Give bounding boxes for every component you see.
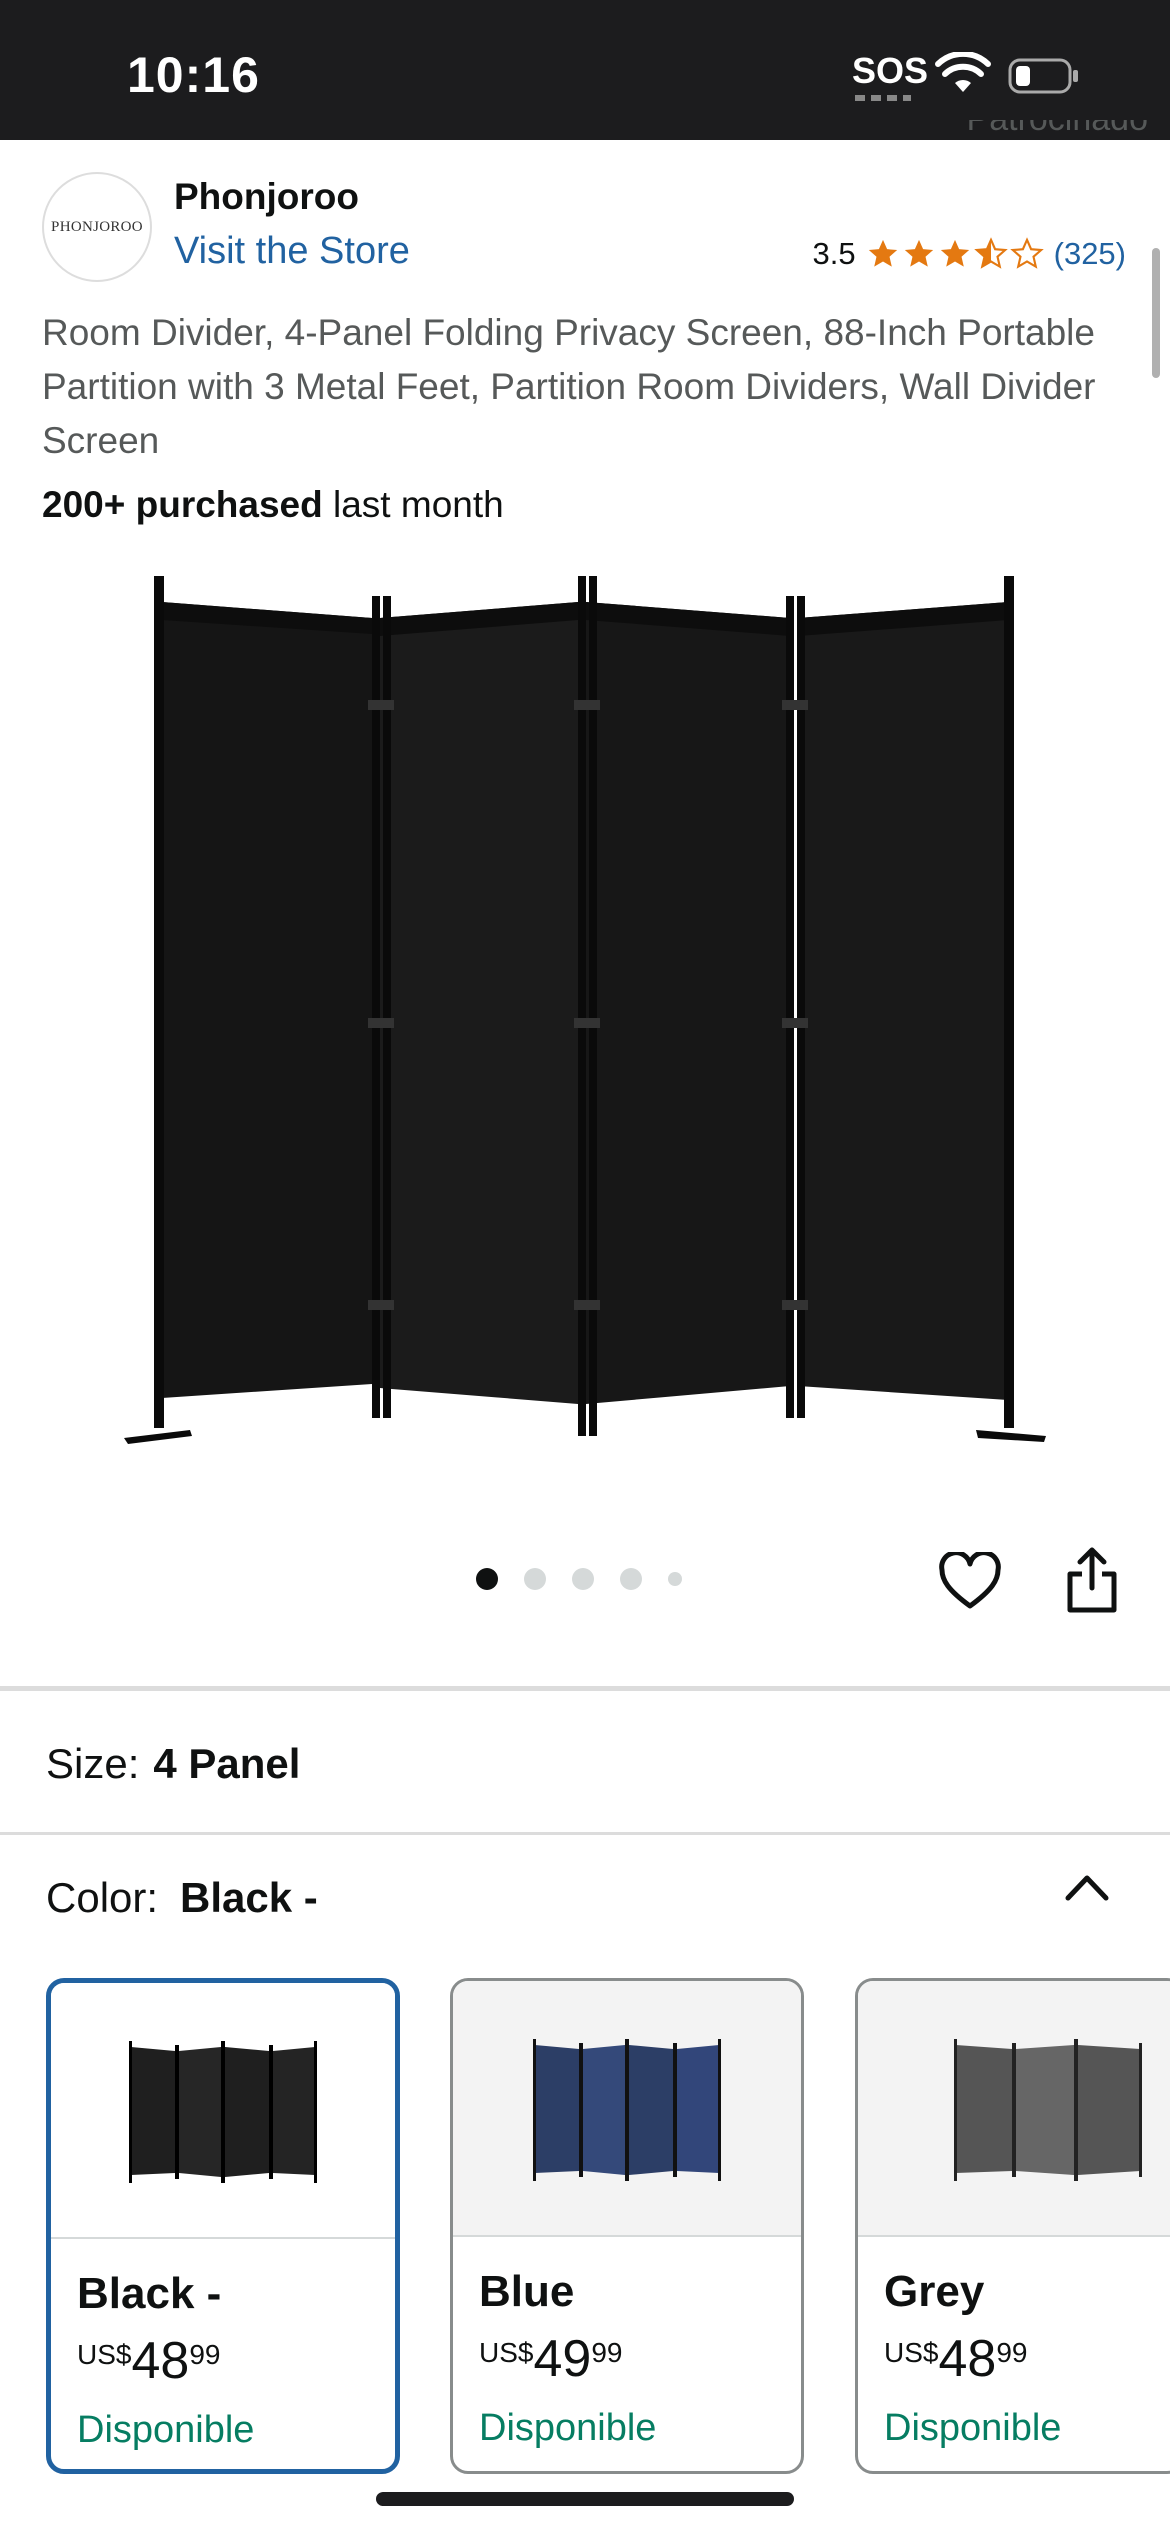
signal-dots-icon bbox=[855, 95, 911, 101]
color-swatch-grey[interactable]: Grey US$ 48 99 Disponible bbox=[855, 1978, 1170, 2474]
brand-logo[interactable]: PHONJOROO bbox=[42, 172, 152, 282]
wifi-icon bbox=[935, 52, 991, 92]
color-value: Black - bbox=[180, 1874, 318, 1921]
brand-name: Phonjoroo bbox=[174, 176, 359, 217]
rating-value: 3.5 bbox=[812, 236, 856, 271]
color-selector[interactable]: Color: Black - bbox=[46, 1874, 318, 1922]
swatch-price: US$ 48 99 bbox=[884, 2330, 1028, 2388]
swatch-price: US$ 48 99 bbox=[77, 2332, 221, 2390]
size-value: 4 Panel bbox=[153, 1740, 301, 1787]
star-full-icon bbox=[904, 239, 933, 267]
color-label: Color: bbox=[46, 1874, 159, 1921]
star-half-icon bbox=[973, 237, 1008, 269]
home-indicator[interactable] bbox=[376, 2492, 794, 2506]
swatch-price: US$ 49 99 bbox=[479, 2330, 623, 2388]
swatch-name: Blue bbox=[479, 2267, 575, 2316]
product-image[interactable] bbox=[100, 560, 1070, 1460]
swatch-name: Grey bbox=[884, 2267, 985, 2316]
battery-icon bbox=[1008, 58, 1078, 94]
purchase-count: 200+ purchased last month bbox=[42, 484, 504, 525]
carousel-dot[interactable] bbox=[620, 1568, 642, 1590]
image-carousel-dots[interactable] bbox=[476, 1568, 682, 1590]
swatch-availability: Disponible bbox=[77, 2409, 255, 2451]
swatch-image bbox=[453, 1981, 801, 2237]
carousel-dot[interactable] bbox=[668, 1572, 682, 1586]
swatch-divider-thumbnail bbox=[533, 2039, 721, 2181]
sponsored-label: Patrocinado bbox=[967, 120, 1148, 146]
scroll-indicator bbox=[1152, 248, 1160, 378]
star-empty-icon bbox=[1009, 237, 1044, 269]
sos-indicator: SOS bbox=[852, 50, 929, 91]
status-time: 10:16 bbox=[127, 47, 260, 103]
section-divider bbox=[0, 1686, 1170, 1691]
swatch-divider-thumbnail bbox=[954, 2039, 1142, 2181]
product-title: Room Divider, 4-Panel Folding Privacy Sc… bbox=[42, 312, 1096, 461]
carousel-dot[interactable] bbox=[524, 1568, 546, 1590]
swatch-image bbox=[858, 1981, 1170, 2237]
swatch-image bbox=[51, 1983, 395, 2239]
heart-icon[interactable] bbox=[938, 1552, 1002, 1612]
visit-store-link[interactable]: Visit the Store bbox=[174, 230, 410, 273]
swatch-divider-thumbnail bbox=[129, 2041, 317, 2183]
star-full-icon bbox=[868, 239, 897, 267]
swatch-availability: Disponible bbox=[479, 2407, 657, 2449]
swatch-name: Black - bbox=[77, 2269, 222, 2318]
color-swatch-black[interactable]: Black - US$ 48 99 Disponible bbox=[46, 1978, 400, 2474]
share-icon[interactable] bbox=[1064, 1546, 1120, 1614]
star-rating bbox=[866, 237, 1044, 271]
section-divider bbox=[0, 1832, 1170, 1835]
chevron-up-icon[interactable] bbox=[1064, 1872, 1110, 1902]
status-bar: 10:16 SOS bbox=[0, 0, 1170, 140]
star-full-icon bbox=[940, 239, 969, 267]
carousel-dot[interactable] bbox=[572, 1568, 594, 1590]
rating-summary[interactable]: 3.5 (325) bbox=[813, 236, 1126, 272]
size-label: Size: bbox=[46, 1740, 140, 1787]
rating-count-link[interactable]: (325) bbox=[1054, 236, 1126, 272]
size-selector[interactable]: Size: 4 Panel bbox=[46, 1740, 300, 1788]
color-swatch-blue[interactable]: Blue US$ 49 99 Disponible bbox=[450, 1978, 804, 2474]
carousel-dot[interactable] bbox=[476, 1568, 498, 1590]
swatch-availability: Disponible bbox=[884, 2407, 1062, 2449]
